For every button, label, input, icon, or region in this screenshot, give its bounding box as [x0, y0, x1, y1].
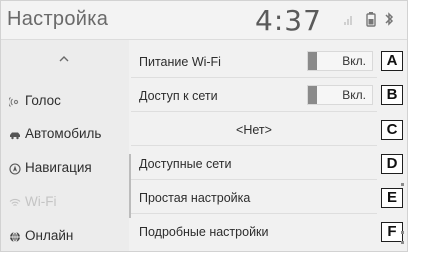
scroll-indicator-dot: [401, 183, 404, 186]
voice-icon: [8, 95, 21, 107]
settings-screen: Настройка 4:37 Голос Автомобиль Навигаци…: [0, 0, 408, 252]
sidebar: Голос Автомобиль Навигация Wi-Fi Онлайн: [1, 40, 129, 251]
sidebar-item-navigation[interactable]: Навигация: [1, 151, 129, 185]
toggle-state: Вкл.: [342, 54, 366, 68]
advanced-settings-row[interactable]: Подробные настройки: [131, 214, 377, 248]
sidebar-item-voice[interactable]: Голос: [1, 84, 129, 118]
chevron-up-icon: [59, 56, 69, 62]
callout-a: A: [381, 51, 403, 71]
wifi-icon: [9, 196, 21, 208]
page-title: Настройка: [7, 8, 109, 30]
callout-d: D: [381, 154, 403, 174]
network-access-toggle[interactable]: Вкл.: [307, 85, 373, 105]
sidebar-item-wifi[interactable]: Wi-Fi: [1, 185, 129, 219]
scroll-indicator-dot: [401, 231, 404, 234]
bluetooth-icon: [385, 12, 394, 26]
sidebar-item-online[interactable]: Онлайн: [1, 219, 129, 251]
callout-c: C: [381, 120, 403, 140]
navigation-icon: [9, 162, 21, 175]
callout-b: B: [381, 85, 403, 105]
wifi-settings-list: Питание Wi-Fi Вкл. A Доступ к сети Вкл. …: [131, 40, 407, 251]
scroll-up-button[interactable]: [1, 40, 129, 78]
easy-setup-row[interactable]: Простая настройка: [131, 180, 377, 214]
callout-f: F: [381, 222, 403, 242]
status-icons: [339, 11, 405, 29]
sidebar-item-label: Wi-Fi: [25, 194, 57, 209]
callout-e: E: [381, 188, 403, 208]
row-label: Доступ к сети: [139, 89, 218, 103]
available-networks-row[interactable]: Доступные сети: [131, 146, 377, 180]
sidebar-item-label: Навигация: [25, 160, 92, 175]
connected-network-row[interactable]: <Нет>: [131, 112, 377, 146]
row-label: Доступные сети: [139, 157, 232, 171]
sidebar-item-label: Автомобиль: [25, 126, 102, 141]
toggle-indicator: [308, 52, 317, 70]
toggle-state: Вкл.: [342, 88, 366, 102]
clock: 4:37: [255, 4, 322, 37]
row-label: Подробные настройки: [139, 225, 269, 239]
toggle-indicator: [308, 86, 317, 104]
connected-network-value: <Нет>: [236, 123, 272, 137]
sidebar-item-label: Онлайн: [25, 228, 74, 243]
row-label: Простая настройка: [139, 191, 251, 205]
wifi-power-toggle[interactable]: Вкл.: [307, 51, 373, 71]
sidebar-item-vehicle[interactable]: Автомобиль: [1, 117, 129, 151]
phone-signal-icon: [344, 16, 352, 25]
phone-battery-icon: [366, 12, 376, 27]
row-label: Питание Wi-Fi: [139, 55, 221, 69]
network-access-row[interactable]: Доступ к сети Вкл.: [131, 78, 377, 112]
globe-icon: [9, 230, 21, 243]
header-bar: Настройка 4:37: [1, 1, 407, 40]
scroll-indicator-dot: [401, 241, 404, 244]
wifi-power-row[interactable]: Питание Wi-Fi Вкл.: [131, 44, 377, 78]
car-icon: [9, 128, 21, 140]
sidebar-item-label: Голос: [25, 93, 61, 108]
